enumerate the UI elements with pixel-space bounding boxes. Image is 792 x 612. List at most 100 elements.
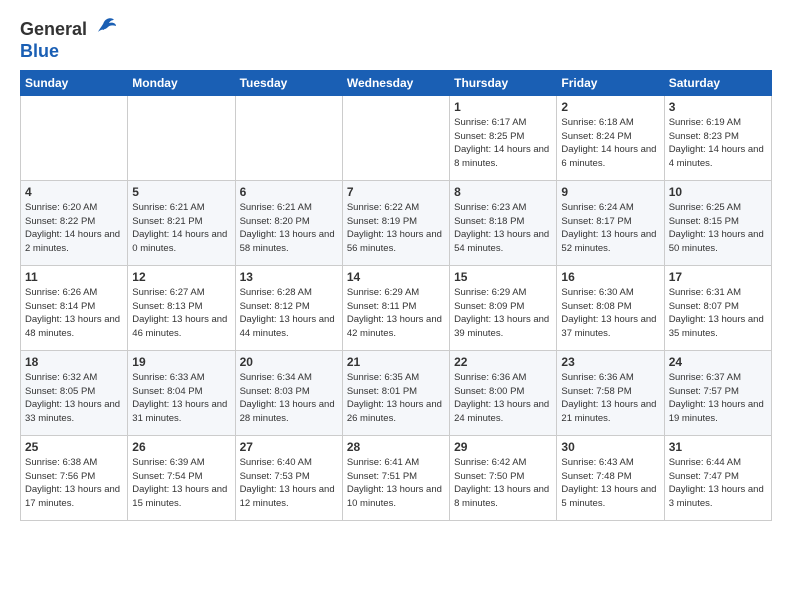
calendar-cell: 4Sunrise: 6:20 AMSunset: 8:22 PMDaylight… — [21, 180, 128, 265]
day-info: Sunrise: 6:29 AMSunset: 8:11 PMDaylight:… — [347, 286, 445, 341]
weekday-header-row: SundayMondayTuesdayWednesdayThursdayFrid… — [21, 70, 772, 95]
calendar-cell: 7 Sunrise: 6:22 AMSunset: 8:19 PMDaylight… — [342, 180, 449, 265]
day-number: 2 — [561, 100, 659, 114]
day-info: Sunrise: 6:35 AMSunset: 8:01 PMDaylight:… — [347, 371, 445, 426]
day-info: Sunrise: 6:25 AMSunset: 8:15 PMDaylight:… — [669, 201, 767, 256]
day-info: Sunrise: 6:22 AMSunset: 8:19 PMDaylight:… — [347, 201, 445, 256]
day-number: 19 — [132, 355, 230, 369]
calendar-cell: 20 Sunrise: 6:34 AMSunset: 8:03 PMDayligh… — [235, 350, 342, 435]
day-number: 12 — [132, 270, 230, 284]
day-info: Sunrise: 6:21 AMSunset: 8:21 PMDaylight:… — [132, 201, 230, 256]
day-number: 3 — [669, 100, 767, 114]
calendar-cell: 16Sunrise: 6:30 AMSunset: 8:08 PMDayligh… — [557, 265, 664, 350]
day-number: 11 — [25, 270, 123, 284]
weekday-header-friday: Friday — [557, 70, 664, 95]
day-info: Sunrise: 6:33 AMSunset: 8:04 PMDaylight:… — [132, 371, 230, 426]
day-number: 6 — [240, 185, 338, 199]
calendar-page: General Blue SundayMondayTuesdayWednesda… — [0, 0, 792, 535]
calendar-cell: 26Sunrise: 6:39 AMSunset: 7:54 PMDayligh… — [128, 435, 235, 520]
day-number: 27 — [240, 440, 338, 454]
day-number: 25 — [25, 440, 123, 454]
calendar-cell: 29 Sunrise: 6:42 AMSunset: 7:50 PMDayligh… — [450, 435, 557, 520]
calendar-cell: 11 Sunrise: 6:26 AMSunset: 8:14 PMDayligh… — [21, 265, 128, 350]
day-info: Sunrise: 6:34 AMSunset: 8:03 PMDaylight:… — [240, 371, 338, 426]
calendar-week-row: 4Sunrise: 6:20 AMSunset: 8:22 PMDaylight… — [21, 180, 772, 265]
calendar-cell: 23 Sunrise: 6:36 AMSunset: 7:58 PMDayligh… — [557, 350, 664, 435]
calendar-cell: 24 Sunrise: 6:37 AMSunset: 7:57 PMDayligh… — [664, 350, 771, 435]
day-number: 31 — [669, 440, 767, 454]
day-number: 8 — [454, 185, 552, 199]
day-number: 10 — [669, 185, 767, 199]
day-number: 20 — [240, 355, 338, 369]
day-info: Sunrise: 6:23 AMSunset: 8:18 PMDaylight:… — [454, 201, 552, 256]
calendar-cell: 8 Sunrise: 6:23 AMSunset: 8:18 PMDaylight… — [450, 180, 557, 265]
day-info: Sunrise: 6:40 AMSunset: 7:53 PMDaylight:… — [240, 456, 338, 511]
day-info: Sunrise: 6:44 AMSunset: 7:47 PMDaylight:… — [669, 456, 767, 511]
day-info: Sunrise: 6:24 AMSunset: 8:17 PMDaylight:… — [561, 201, 659, 256]
calendar-cell: 19 Sunrise: 6:33 AMSunset: 8:04 PMDayligh… — [128, 350, 235, 435]
calendar-cell: 27 Sunrise: 6:40 AMSunset: 7:53 PMDayligh… — [235, 435, 342, 520]
day-number: 22 — [454, 355, 552, 369]
logo: General Blue — [20, 18, 118, 62]
day-number: 24 — [669, 355, 767, 369]
day-number: 23 — [561, 355, 659, 369]
day-info: Sunrise: 6:38 AMSunset: 7:56 PMDaylight:… — [25, 456, 123, 511]
weekday-header-sunday: Sunday — [21, 70, 128, 95]
calendar-cell — [342, 95, 449, 180]
calendar-cell: 22Sunrise: 6:36 AMSunset: 8:00 PMDayligh… — [450, 350, 557, 435]
day-info: Sunrise: 6:42 AMSunset: 7:50 PMDaylight:… — [454, 456, 552, 511]
calendar-week-row: 18 Sunrise: 6:32 AMSunset: 8:05 PMDayligh… — [21, 350, 772, 435]
day-number: 4 — [25, 185, 123, 199]
logo-blue-text: Blue — [20, 42, 59, 62]
day-number: 21 — [347, 355, 445, 369]
day-number: 29 — [454, 440, 552, 454]
calendar-cell: 13Sunrise: 6:28 AMSunset: 8:12 PMDayligh… — [235, 265, 342, 350]
day-info: Sunrise: 6:37 AMSunset: 7:57 PMDaylight:… — [669, 371, 767, 426]
calendar-cell: 2 Sunrise: 6:18 AMSunset: 8:24 PMDaylight… — [557, 95, 664, 180]
day-number: 26 — [132, 440, 230, 454]
day-number: 1 — [454, 100, 552, 114]
calendar-week-row: 1 Sunrise: 6:17 AMSunset: 8:25 PMDaylight… — [21, 95, 772, 180]
weekday-header-monday: Monday — [128, 70, 235, 95]
day-number: 9 — [561, 185, 659, 199]
calendar-table: SundayMondayTuesdayWednesdayThursdayFrid… — [20, 70, 772, 521]
calendar-cell: 9 Sunrise: 6:24 AMSunset: 8:17 PMDaylight… — [557, 180, 664, 265]
calendar-cell: 21 Sunrise: 6:35 AMSunset: 8:01 PMDayligh… — [342, 350, 449, 435]
day-info: Sunrise: 6:17 AMSunset: 8:25 PMDaylight:… — [454, 116, 552, 171]
weekday-header-thursday: Thursday — [450, 70, 557, 95]
logo-general-text: General — [20, 20, 87, 40]
calendar-cell — [128, 95, 235, 180]
day-info: Sunrise: 6:26 AMSunset: 8:14 PMDaylight:… — [25, 286, 123, 341]
calendar-cell: 5 Sunrise: 6:21 AMSunset: 8:21 PMDaylight… — [128, 180, 235, 265]
calendar-cell — [235, 95, 342, 180]
header: General Blue — [20, 18, 772, 62]
calendar-cell: 17Sunrise: 6:31 AMSunset: 8:07 PMDayligh… — [664, 265, 771, 350]
day-number: 18 — [25, 355, 123, 369]
day-number: 28 — [347, 440, 445, 454]
day-number: 30 — [561, 440, 659, 454]
logo-bird-icon — [90, 14, 118, 42]
weekday-header-tuesday: Tuesday — [235, 70, 342, 95]
calendar-cell: 10 Sunrise: 6:25 AMSunset: 8:15 PMDayligh… — [664, 180, 771, 265]
calendar-cell — [21, 95, 128, 180]
calendar-cell: 28Sunrise: 6:41 AMSunset: 7:51 PMDayligh… — [342, 435, 449, 520]
day-info: Sunrise: 6:27 AMSunset: 8:13 PMDaylight:… — [132, 286, 230, 341]
day-info: Sunrise: 6:31 AMSunset: 8:07 PMDaylight:… — [669, 286, 767, 341]
day-info: Sunrise: 6:30 AMSunset: 8:08 PMDaylight:… — [561, 286, 659, 341]
calendar-cell: 12 Sunrise: 6:27 AMSunset: 8:13 PMDayligh… — [128, 265, 235, 350]
weekday-header-saturday: Saturday — [664, 70, 771, 95]
day-info: Sunrise: 6:32 AMSunset: 8:05 PMDaylight:… — [25, 371, 123, 426]
day-number: 14 — [347, 270, 445, 284]
weekday-header-wednesday: Wednesday — [342, 70, 449, 95]
day-info: Sunrise: 6:19 AMSunset: 8:23 PMDaylight:… — [669, 116, 767, 171]
day-info: Sunrise: 6:43 AMSunset: 7:48 PMDaylight:… — [561, 456, 659, 511]
calendar-cell: 15Sunrise: 6:29 AMSunset: 8:09 PMDayligh… — [450, 265, 557, 350]
day-number: 7 — [347, 185, 445, 199]
day-info: Sunrise: 6:28 AMSunset: 8:12 PMDaylight:… — [240, 286, 338, 341]
calendar-week-row: 11 Sunrise: 6:26 AMSunset: 8:14 PMDayligh… — [21, 265, 772, 350]
day-number: 15 — [454, 270, 552, 284]
day-info: Sunrise: 6:36 AMSunset: 7:58 PMDaylight:… — [561, 371, 659, 426]
calendar-week-row: 25 Sunrise: 6:38 AMSunset: 7:56 PMDayligh… — [21, 435, 772, 520]
day-number: 5 — [132, 185, 230, 199]
day-info: Sunrise: 6:18 AMSunset: 8:24 PMDaylight:… — [561, 116, 659, 171]
